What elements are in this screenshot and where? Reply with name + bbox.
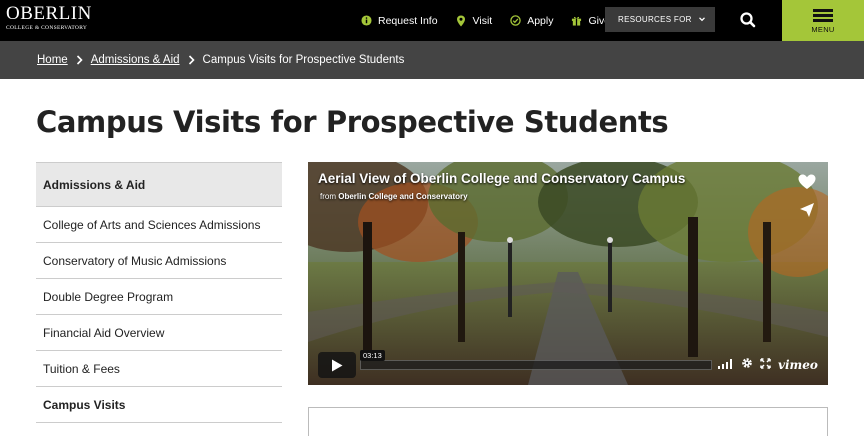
sidebar-item-tuition[interactable]: Tuition & Fees — [36, 351, 282, 387]
page-title: Campus Visits for Prospective Students — [36, 105, 669, 139]
apply-link[interactable]: Apply — [509, 15, 553, 27]
logo-subtitle: COLLEGE & CONSERVATORY — [6, 25, 88, 31]
menu-label: MENU — [811, 25, 835, 35]
sidebar-item-conservatory[interactable]: Conservatory of Music Admissions — [36, 243, 282, 279]
video-byline: from Oberlin College and Conservatory — [320, 192, 468, 201]
hamburger-icon — [813, 7, 833, 25]
sidebar-item-double-degree[interactable]: Double Degree Program — [36, 279, 282, 315]
request-info-link[interactable]: Request Info — [360, 15, 438, 27]
breadcrumb-current: Campus Visits for Prospective Students — [202, 54, 405, 66]
resources-for-dropdown[interactable]: RESOURCES FOR — [605, 7, 715, 32]
request-info-label: Request Info — [378, 14, 438, 27]
content-card — [308, 407, 828, 436]
chevron-right-icon — [76, 55, 83, 65]
volume-bars-icon[interactable] — [718, 356, 734, 374]
share-button[interactable] — [796, 199, 818, 221]
video-controls: vimeo — [718, 358, 818, 372]
sidebar-heading-admissions[interactable]: Admissions & Aid — [36, 163, 282, 207]
chevron-down-icon — [697, 14, 707, 24]
video-title[interactable]: Aerial View of Oberlin College and Conse… — [318, 171, 685, 186]
resources-for-label: RESOURCES FOR — [618, 15, 692, 24]
play-icon — [332, 359, 343, 371]
video-player[interactable]: Aerial View of Oberlin College and Conse… — [308, 162, 828, 385]
visit-link[interactable]: Visit — [455, 14, 493, 27]
gift-icon — [570, 15, 582, 27]
sidebar-item-campus-visits[interactable]: Campus Visits — [36, 387, 282, 423]
sidebar-item-financial-aid[interactable]: Financial Aid Overview — [36, 315, 282, 351]
fullscreen-icon[interactable] — [760, 356, 771, 374]
section-sidebar: Admissions & Aid College of Arts and Sci… — [36, 162, 282, 423]
apply-label: Apply — [527, 14, 554, 27]
oberlin-logo[interactable]: OBERLIN COLLEGE & CONSERVATORY — [6, 4, 92, 31]
like-button[interactable] — [796, 171, 818, 193]
settings-gear-icon[interactable] — [741, 356, 753, 374]
search-icon[interactable] — [738, 10, 758, 30]
video-byline-owner[interactable]: Oberlin College and Conservatory — [338, 192, 467, 201]
breadcrumb-admissions[interactable]: Admissions & Aid — [91, 54, 180, 66]
send-icon — [800, 203, 814, 217]
chevron-right-icon — [188, 55, 195, 65]
info-icon — [360, 15, 372, 27]
breadcrumb: Home Admissions & Aid Campus Visits for … — [0, 41, 864, 79]
menu-button[interactable]: MENU — [782, 0, 864, 41]
heart-icon — [798, 174, 816, 189]
utility-links: Request Info Visit Apply Give — [360, 0, 627, 41]
logo-wordmark: OBERLIN — [6, 3, 92, 24]
play-button[interactable] — [318, 352, 356, 378]
video-timestamp: 03:13 — [360, 350, 385, 361]
check-circle-icon — [509, 15, 521, 27]
video-progress-bar[interactable] — [360, 360, 712, 370]
visit-label: Visit — [472, 14, 493, 27]
top-navigation-bar: OBERLIN COLLEGE & CONSERVATORY Request I… — [0, 0, 864, 41]
breadcrumb-home[interactable]: Home — [37, 54, 68, 66]
video-byline-prefix: from — [320, 192, 336, 201]
sidebar-item-arts-sciences[interactable]: College of Arts and Sciences Admissions — [36, 207, 282, 243]
vimeo-logo[interactable]: vimeo — [778, 358, 818, 372]
map-pin-icon — [455, 15, 467, 27]
